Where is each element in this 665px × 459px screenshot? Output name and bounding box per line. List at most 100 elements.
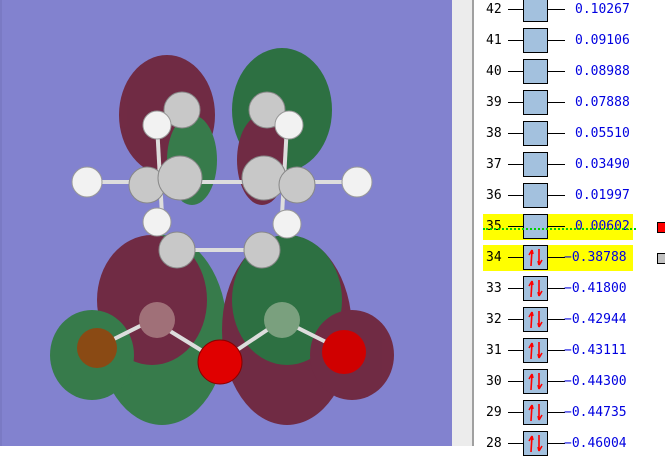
- orbital-energy: 0.09106: [575, 33, 630, 48]
- orbital-energy: 0.00602: [575, 219, 630, 234]
- orbital-row-32[interactable]: 32 −0.42944: [483, 307, 633, 333]
- orbital-box[interactable]: [523, 245, 548, 270]
- level-line: [508, 9, 523, 10]
- level-line: [508, 319, 523, 320]
- orbital-row-31[interactable]: 31 −0.43111: [483, 338, 633, 364]
- level-line: [548, 412, 565, 413]
- orbital-energy: 0.10267: [575, 2, 630, 17]
- orbital-energy: −0.42944: [564, 312, 627, 327]
- orbital-box[interactable]: [523, 121, 548, 146]
- electron-pair-icon: [528, 404, 543, 422]
- orbital-energy: 0.07888: [575, 95, 630, 110]
- orbital-number: 32: [486, 312, 502, 327]
- orbital-row-30[interactable]: 30 −0.44300: [483, 369, 633, 395]
- level-line: [508, 164, 523, 165]
- level-line: [508, 133, 523, 134]
- orbital-row-36[interactable]: 36 0.01997: [483, 183, 633, 209]
- molecular-orbital-render: [50, 48, 394, 425]
- orbital-row-40[interactable]: 40 0.08988: [483, 59, 633, 85]
- orbital-number: 41: [486, 33, 502, 48]
- orbital-row-42[interactable]: 42 0.10267: [483, 0, 633, 23]
- electron-pair-icon: [528, 373, 543, 391]
- orbital-box[interactable]: [523, 90, 548, 115]
- homo-lumo-separator: [483, 228, 636, 230]
- orbital-number: 40: [486, 64, 502, 79]
- splitter[interactable]: [452, 0, 474, 446]
- orbital-energy: 0.01997: [575, 188, 630, 203]
- orbital-row-29[interactable]: 29 −0.44735: [483, 400, 633, 426]
- orbital-box[interactable]: [523, 338, 548, 363]
- orbital-row-38[interactable]: 38 0.05510: [483, 121, 633, 147]
- orbital-energy-list[interactable]: 42 0.10267 41 0.09106 40 0.08988 39 0.07888…: [474, 0, 665, 456]
- orbital-row-28[interactable]: 28 −0.46004: [483, 431, 633, 457]
- orbital-color-swatch[interactable]: [657, 222, 665, 233]
- orbital-number: 38: [486, 126, 502, 141]
- orbital-row-41[interactable]: 41 0.09106: [483, 28, 633, 54]
- orbital-row-39[interactable]: 39 0.07888: [483, 90, 633, 116]
- orbital-number: 36: [486, 188, 502, 203]
- level-line: [548, 71, 565, 72]
- orbital-number: 37: [486, 157, 502, 172]
- orbital-box[interactable]: [523, 152, 548, 177]
- orbital-color-swatch[interactable]: [657, 253, 665, 264]
- level-line: [548, 102, 565, 103]
- orbital-number: 30: [486, 374, 502, 389]
- level-line: [548, 164, 565, 165]
- level-line: [508, 257, 523, 258]
- level-line: [548, 319, 565, 320]
- level-line: [548, 195, 565, 196]
- level-line: [508, 412, 523, 413]
- level-line: [548, 133, 565, 134]
- level-line: [548, 257, 565, 258]
- orbital-number: 31: [486, 343, 502, 358]
- level-line: [548, 350, 565, 351]
- level-line: [508, 443, 523, 444]
- orbital-energy: −0.43111: [564, 343, 627, 358]
- level-line: [548, 40, 565, 41]
- orbital-row-35[interactable]: 35 0.00602: [483, 214, 665, 240]
- orbital-number: 29: [486, 405, 502, 420]
- level-line: [548, 9, 565, 10]
- level-line: [548, 226, 565, 227]
- orbital-energy: 0.03490: [575, 157, 630, 172]
- orbital-number: 34: [486, 250, 502, 265]
- orbital-energy: 0.05510: [575, 126, 630, 141]
- orbital-number: 42: [486, 2, 502, 17]
- orbital-box[interactable]: [523, 214, 548, 239]
- level-line: [508, 226, 523, 227]
- orbital-energy: 0.08988: [575, 64, 630, 79]
- orbital-box[interactable]: [523, 276, 548, 301]
- level-line: [508, 381, 523, 382]
- orbital-number: 33: [486, 281, 502, 296]
- orbital-box[interactable]: [523, 59, 548, 84]
- orbital-energy: −0.38788: [564, 250, 627, 265]
- orbital-box[interactable]: [523, 307, 548, 332]
- electron-pair-icon: [528, 280, 543, 298]
- orbital-energy: −0.41800: [564, 281, 627, 296]
- orbital-box[interactable]: [523, 0, 548, 22]
- orbital-box[interactable]: [523, 369, 548, 394]
- orbital-number: 35: [486, 219, 502, 234]
- level-line: [508, 350, 523, 351]
- level-line: [508, 288, 523, 289]
- orbital-box[interactable]: [523, 400, 548, 425]
- level-line: [508, 195, 523, 196]
- orbital-row-34[interactable]: 34 −0.38788: [483, 245, 665, 271]
- molecule-viewer[interactable]: [0, 0, 454, 446]
- orbital-row-37[interactable]: 37 0.03490: [483, 152, 633, 178]
- electron-pair-icon: [528, 435, 543, 453]
- orbital-box[interactable]: [523, 183, 548, 208]
- orbital-energy: −0.46004: [564, 436, 627, 451]
- orbital-number: 28: [486, 436, 502, 451]
- orbital-box[interactable]: [523, 28, 548, 53]
- orbital-energy: −0.44735: [564, 405, 627, 420]
- electron-pair-icon: [528, 311, 543, 329]
- orbital-row-33[interactable]: 33 −0.41800: [483, 276, 633, 302]
- level-line: [548, 288, 565, 289]
- level-line: [548, 381, 565, 382]
- electron-pair-icon: [528, 249, 543, 267]
- level-line: [508, 102, 523, 103]
- level-line: [548, 443, 565, 444]
- electron-pair-icon: [528, 342, 543, 360]
- orbital-box[interactable]: [523, 431, 548, 456]
